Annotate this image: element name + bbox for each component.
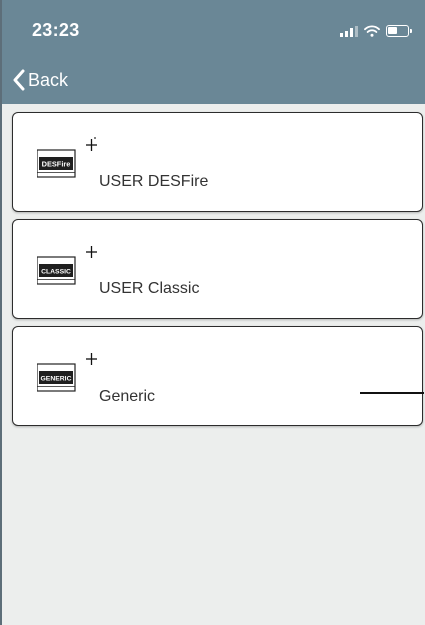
generic-badge-text: GENERIC [41,375,72,382]
card-label: Generic [99,388,156,405]
classic-badge-text: CLASSIC [41,268,71,275]
desfire-badge-text: DESFire [42,160,71,169]
wifi-icon [364,25,380,37]
battery-icon [386,25,412,37]
app-screen: 23:23 Back DESFire USER DESFire CLASSIC … [0,0,425,625]
classic-card-add-icon: CLASSIC [37,246,97,285]
card-label: USER Classic [99,280,200,297]
card-label: USER DESFire [99,173,209,190]
status-icons [340,24,412,38]
user-desfire-card[interactable]: DESFire USER DESFire [12,112,423,212]
desfire-card-add-icon: DESFire [37,137,97,178]
back-label: Back [28,69,69,90]
back-button[interactable]: Back [12,67,68,93]
cellular-signal-icon [340,25,358,37]
generic-card[interactable]: GENERIC Generic [12,326,424,426]
status-time: 23:23 [32,20,80,40]
generic-card-add-icon: GENERIC [37,353,97,392]
chevron-left-icon [13,69,25,91]
navigation-header: 23:23 Back [2,0,425,104]
user-classic-card[interactable]: CLASSIC USER Classic [12,219,423,319]
divider-line [360,392,424,394]
